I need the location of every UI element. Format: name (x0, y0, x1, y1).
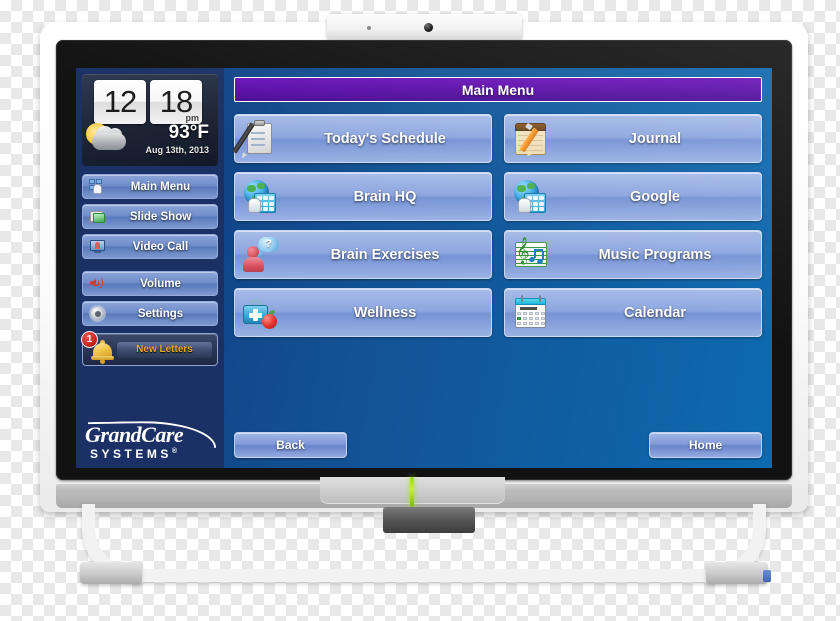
speaker-icon (89, 276, 106, 291)
sidebar-divider (82, 264, 218, 271)
calendar-icon (512, 294, 550, 332)
back-button[interactable]: Back (234, 432, 347, 458)
clock-minutes: 18 pm (150, 80, 202, 124)
menu-button-journal[interactable]: Journal (504, 114, 762, 163)
page-title-text: Main Menu (461, 81, 535, 98)
display-screen: 12 18 pm 93°F Aug 13th, 2013 Main Menu S… (56, 40, 792, 480)
grandcare-app: 12 18 pm 93°F Aug 13th, 2013 Main Menu S… (76, 68, 772, 468)
sidebar-item-video-call[interactable]: Video Call (82, 234, 218, 259)
person-question-icon: ? (242, 236, 280, 274)
clock-hours: 12 (94, 80, 146, 124)
menu-button-brain-hq[interactable]: Brain HQ (234, 172, 492, 221)
main-panel: Main Menu Today's Schedule Journal Brain… (224, 68, 772, 468)
stand-foot-right (706, 562, 771, 584)
sidebar-item-main-menu[interactable]: Main Menu (82, 174, 218, 199)
logo-subtitle: SYSTEMS® (90, 447, 178, 461)
grid-hand-icon (89, 179, 106, 194)
new-letters-badge: 1 (81, 331, 98, 348)
menu-button-label: Google (630, 188, 680, 205)
new-letters-label-wrap: New Letters (117, 341, 212, 358)
menu-button-music-programs[interactable]: 𝄞 Music Programs (504, 230, 762, 279)
globe-keypad-icon (242, 178, 280, 216)
flip-clock: 12 18 pm (94, 80, 202, 124)
monitor-device: 12 18 pm 93°F Aug 13th, 2013 Main Menu S… (40, 14, 808, 584)
sidebar-item-label: Volume (140, 277, 181, 290)
webcam-bar (327, 14, 522, 40)
sidebar-item-settings[interactable]: Settings (82, 301, 218, 326)
sidebar-item-volume[interactable]: Volume (82, 271, 218, 296)
menu-button-label: Brain HQ (353, 188, 417, 205)
footer-nav: Back Home (234, 422, 762, 468)
menu-button-label: Today's Schedule (324, 130, 446, 147)
globe-keypad-icon (512, 178, 550, 216)
video-monitor-icon (89, 239, 106, 254)
temperature-value: 93°F (168, 122, 209, 143)
menu-button-label: Music Programs (598, 246, 712, 263)
sidebar-item-label: Settings (137, 307, 184, 320)
photos-icon (89, 209, 106, 224)
menu-button-wellness[interactable]: Wellness (234, 288, 492, 337)
clock-weather-widget: 12 18 pm 93°F Aug 13th, 2013 (82, 74, 218, 166)
sidebar-item-label: Video Call (132, 240, 189, 253)
sidebar-item-new-letters[interactable]: 1 New Letters (81, 331, 218, 366)
stand-foot-accent (763, 570, 771, 582)
menu-button-label: Wellness (353, 304, 417, 321)
date-value: Aug 13th, 2013 (145, 145, 209, 155)
sidebar-item-slide-show[interactable]: Slide Show (82, 204, 218, 229)
sun-behind-cloud-icon (86, 120, 132, 156)
clock-hours-value: 12 (103, 84, 137, 119)
home-button-label: Home (688, 438, 723, 452)
sidebar-item-label: Slide Show (129, 210, 192, 223)
webcam-indicator-icon (367, 26, 371, 30)
stand-foot-left (80, 562, 142, 584)
power-led-icon (410, 477, 414, 507)
menu-button-calendar[interactable]: Calendar (504, 288, 762, 337)
music-sheet-icon: 𝄞 (512, 236, 550, 274)
stand-hinge (383, 507, 475, 533)
menu-button-label: Calendar (623, 304, 687, 321)
clipboard-pen-icon (232, 119, 280, 158)
new-letters-label: New Letters (136, 344, 193, 355)
grandcare-logo: GrandCare SYSTEMS® (82, 418, 218, 468)
menu-button-label: Brain Exercises (330, 246, 440, 263)
medical-kit-apple-icon (242, 294, 280, 332)
sidebar: 12 18 pm 93°F Aug 13th, 2013 Main Menu S… (76, 68, 224, 468)
home-button[interactable]: Home (649, 432, 762, 458)
back-button-label: Back (276, 438, 305, 452)
menu-grid: Today's Schedule Journal Brain HQ Google… (232, 114, 762, 337)
menu-button-brain-exercises[interactable]: ? Brain Exercises (234, 230, 492, 279)
menu-button-label: Journal (628, 130, 682, 147)
webcam-icon (424, 23, 433, 32)
gear-icon (89, 306, 106, 321)
menu-button-todays-schedule[interactable]: Today's Schedule (232, 114, 492, 163)
page-title: Main Menu (234, 77, 762, 102)
notebook-pencil-icon (512, 120, 550, 158)
sidebar-item-label: Main Menu (130, 180, 191, 193)
menu-button-google[interactable]: Google (504, 172, 762, 221)
logo-brand: GrandCare (85, 422, 184, 447)
